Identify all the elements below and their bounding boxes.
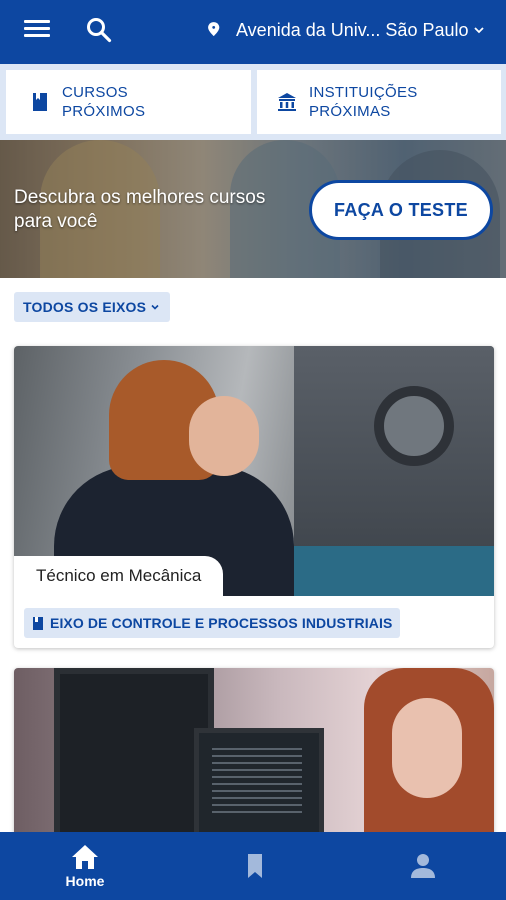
course-axis-label: EIXO DE CONTROLE E PROCESSOS INDUSTRIAIS <box>50 615 393 631</box>
location-label: Avenida da Univ... São Paulo <box>236 19 469 40</box>
nearby-courses-button[interactable]: CURSOS PRÓXIMOS <box>6 70 251 134</box>
nav-home-label: Home <box>65 872 105 889</box>
location-pin-icon <box>208 22 220 37</box>
nav-saved[interactable] <box>214 832 296 900</box>
course-photo <box>14 668 494 838</box>
axis-filter-dropdown[interactable]: TODOS OS EIXOS <box>14 292 171 322</box>
book-icon <box>33 616 43 630</box>
home-icon <box>72 844 98 869</box>
quick-links-row: CURSOS PRÓXIMOS INSTITUIÇÕES PRÓXIMAS <box>0 64 506 140</box>
chevron-down-icon <box>151 304 159 310</box>
course-card[interactable]: Técnico em Mecânica EIXO DE CONTROLE E P… <box>14 346 494 648</box>
course-card[interactable] <box>14 668 494 838</box>
take-test-button[interactable]: FAÇA O TESTE <box>309 180 493 240</box>
location-selector[interactable]: Avenida da Univ... São Paulo <box>206 16 485 44</box>
top-app-bar: Avenida da Univ... São Paulo <box>0 0 506 64</box>
nav-home[interactable]: Home <box>44 832 126 900</box>
person-icon <box>411 854 435 878</box>
bottom-navigation: Home <box>0 832 506 900</box>
bookmark-icon <box>248 854 262 878</box>
nearby-institutions-label: INSTITUIÇÕES PRÓXIMAS <box>309 84 418 120</box>
axis-filter-label: TODOS OS EIXOS <box>23 299 147 315</box>
banner-text: Descubra os melhores cursos para você <box>14 187 266 232</box>
nav-profile[interactable] <box>382 832 464 900</box>
nearby-courses-label: CURSOS PRÓXIMOS <box>62 84 146 120</box>
search-icon[interactable] <box>86 17 112 43</box>
book-icon <box>33 93 47 111</box>
institution-icon <box>278 93 296 111</box>
menu-icon[interactable] <box>24 20 50 40</box>
nearby-institutions-button[interactable]: INSTITUIÇÕES PRÓXIMAS <box>257 70 501 134</box>
course-title: Técnico em Mecânica <box>14 556 224 596</box>
chevron-down-icon <box>473 27 484 34</box>
course-axis-chip: EIXO DE CONTROLE E PROCESSOS INDUSTRIAIS <box>24 608 401 638</box>
